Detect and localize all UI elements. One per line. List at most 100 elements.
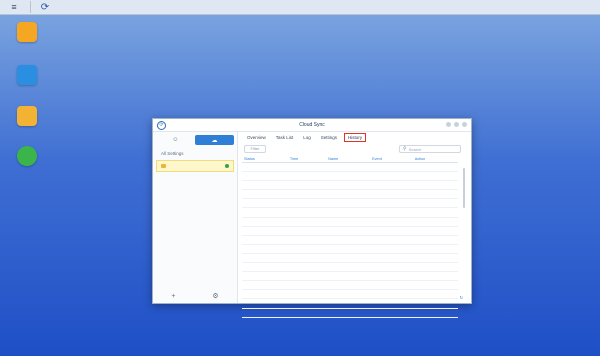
cell-action bbox=[412, 289, 458, 300]
cell-time bbox=[287, 171, 327, 182]
table-row[interactable] bbox=[242, 244, 458, 254]
cell-event bbox=[370, 271, 413, 282]
desktop-icon-1[interactable] bbox=[2, 65, 52, 87]
table-row[interactable] bbox=[242, 207, 458, 218]
connections-pane: ☺ ☁ All Settings + ⚙ bbox=[153, 132, 238, 303]
cell-name bbox=[326, 308, 371, 318]
table-row[interactable] bbox=[242, 180, 458, 191]
status-ok-icon bbox=[225, 164, 229, 168]
cell-name bbox=[326, 207, 371, 218]
settings-gear-icon[interactable]: ⚙ bbox=[212, 292, 218, 300]
cell-name bbox=[326, 162, 371, 173]
table-row[interactable] bbox=[242, 253, 458, 264]
cell-action bbox=[412, 198, 458, 209]
cell-action bbox=[412, 244, 458, 254]
table-row[interactable] bbox=[242, 262, 458, 273]
cell-time bbox=[287, 298, 327, 309]
cell-name bbox=[326, 262, 371, 273]
cell-time bbox=[287, 198, 327, 209]
package-center-icon bbox=[17, 22, 37, 42]
cell-name bbox=[326, 189, 371, 200]
filter-button[interactable]: Filter bbox=[244, 145, 266, 153]
cell-action bbox=[412, 180, 458, 191]
table-row[interactable] bbox=[242, 226, 458, 236]
table-scrollbar[interactable] bbox=[463, 168, 465, 208]
cell-time bbox=[287, 271, 327, 282]
cell-action bbox=[412, 298, 458, 309]
cell-action bbox=[412, 235, 458, 245]
cell-name bbox=[326, 280, 371, 291]
table-row[interactable] bbox=[242, 217, 458, 227]
search-input[interactable]: ⚲ Search bbox=[399, 145, 461, 153]
cell-status bbox=[242, 198, 288, 209]
table-row[interactable] bbox=[242, 189, 458, 200]
user-tab-icon[interactable]: ☺ bbox=[156, 135, 195, 145]
table-row[interactable] bbox=[242, 171, 458, 182]
cell-status bbox=[242, 289, 288, 300]
cell-event bbox=[370, 162, 413, 173]
tab-overview[interactable]: Overview bbox=[244, 134, 269, 141]
cell-status bbox=[242, 253, 288, 264]
cell-name bbox=[326, 271, 371, 282]
cell-time bbox=[287, 308, 327, 318]
table-row[interactable] bbox=[242, 280, 458, 291]
cell-status bbox=[242, 171, 288, 182]
cell-name bbox=[326, 289, 371, 300]
table-row[interactable] bbox=[242, 162, 458, 173]
cell-name bbox=[326, 253, 371, 264]
cell-status bbox=[242, 308, 288, 318]
minimize-button[interactable] bbox=[446, 122, 451, 127]
cell-action bbox=[412, 308, 458, 318]
cell-action bbox=[412, 207, 458, 218]
taskbar-separator bbox=[30, 1, 31, 13]
refresh-icon[interactable]: ↻ bbox=[460, 295, 463, 300]
table-footer: ↻ bbox=[456, 295, 463, 300]
window-title-bar[interactable]: ⟳ Cloud Sync bbox=[153, 119, 471, 132]
window-title: Cloud Sync bbox=[299, 122, 325, 128]
cloud-sync-taskbar-icon[interactable]: ⟳ bbox=[37, 1, 53, 13]
cell-action bbox=[412, 171, 458, 182]
desktop-icon-0[interactable] bbox=[2, 22, 52, 44]
table-row[interactable] bbox=[242, 298, 458, 309]
log-toolbar: Filter ⚲ Search bbox=[238, 144, 471, 154]
table-row[interactable] bbox=[242, 289, 458, 300]
cell-event bbox=[370, 262, 413, 273]
cell-status bbox=[242, 298, 288, 309]
history-table: Status Time Name Event Action bbox=[242, 156, 458, 318]
tab-settings[interactable]: Settings bbox=[318, 134, 340, 141]
cell-name bbox=[326, 180, 371, 191]
cell-event bbox=[370, 189, 413, 200]
cell-name bbox=[326, 198, 371, 209]
cell-action bbox=[412, 226, 458, 236]
main-menu-button[interactable]: ≡ bbox=[6, 1, 22, 13]
tab-task-list[interactable]: Task List bbox=[273, 134, 297, 141]
cell-event bbox=[370, 280, 413, 291]
search-icon: ⚲ bbox=[403, 146, 407, 152]
table-row[interactable] bbox=[242, 198, 458, 209]
connection-group-label[interactable]: All Settings bbox=[161, 151, 237, 156]
desktop-icon-3[interactable] bbox=[2, 146, 52, 168]
add-connection-button[interactable]: + bbox=[171, 293, 175, 300]
table-row[interactable] bbox=[242, 308, 458, 318]
taskbar: ≡ ⟳ bbox=[0, 0, 600, 15]
history-table-body bbox=[242, 162, 458, 318]
tab-history[interactable]: History bbox=[344, 132, 367, 142]
tab-log[interactable]: Log bbox=[300, 134, 314, 141]
connection-item[interactable] bbox=[156, 160, 234, 172]
cell-time bbox=[287, 280, 327, 291]
cell-event bbox=[370, 235, 413, 245]
cell-event bbox=[370, 308, 413, 318]
cell-event bbox=[370, 298, 413, 309]
cell-name bbox=[326, 171, 371, 182]
desktop-icon-2[interactable] bbox=[2, 106, 52, 128]
cell-event bbox=[370, 171, 413, 182]
cloud-tab-icon[interactable]: ☁ bbox=[195, 135, 234, 145]
cell-action bbox=[412, 253, 458, 264]
maximize-button[interactable] bbox=[454, 122, 459, 127]
close-button[interactable] bbox=[462, 122, 467, 127]
cell-time bbox=[287, 207, 327, 218]
cell-status bbox=[242, 271, 288, 282]
table-row[interactable] bbox=[242, 271, 458, 282]
table-row[interactable] bbox=[242, 235, 458, 245]
cell-event bbox=[370, 207, 413, 218]
